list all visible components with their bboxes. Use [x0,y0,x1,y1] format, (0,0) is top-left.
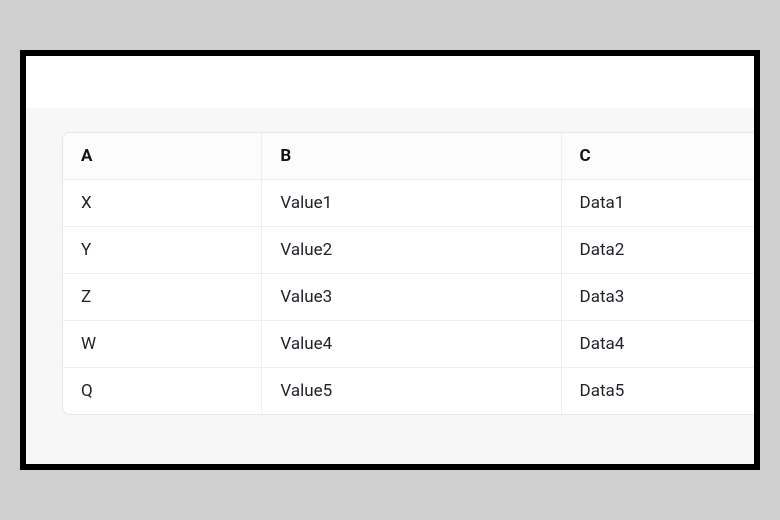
document-frame: A B C X Value1 Data1 Y Value2 Data2 [20,50,760,470]
table-header-b: B [262,133,561,180]
table-cell: X [63,180,262,227]
table-header-c: C [562,133,760,180]
table-cell: Data3 [562,274,760,321]
table-row: Y Value2 Data2 [63,227,760,274]
table-header-a: A [63,133,262,180]
table-row: W Value4 Data4 [63,321,760,368]
content-panel: A B C X Value1 Data1 Y Value2 Data2 [26,108,754,464]
table-cell: Data1 [562,180,760,227]
table-cell: Value4 [262,321,561,368]
table-container: A B C X Value1 Data1 Y Value2 Data2 [62,132,754,415]
data-table: A B C X Value1 Data1 Y Value2 Data2 [62,132,760,415]
table-cell: Value3 [262,274,561,321]
table-header-row: A B C [63,133,760,180]
table-cell: Value1 [262,180,561,227]
table-cell: Value5 [262,368,561,414]
table-row: Q Value5 Data5 [63,368,760,414]
table-row: Z Value3 Data3 [63,274,760,321]
table-cell: Data4 [562,321,760,368]
table-cell: Q [63,368,262,414]
table-cell: Y [63,227,262,274]
table-row: X Value1 Data1 [63,180,760,227]
table-cell: W [63,321,262,368]
table-cell: Z [63,274,262,321]
table-cell: Value2 [262,227,561,274]
table-cell: Data2 [562,227,760,274]
table-cell: Data5 [562,368,760,414]
